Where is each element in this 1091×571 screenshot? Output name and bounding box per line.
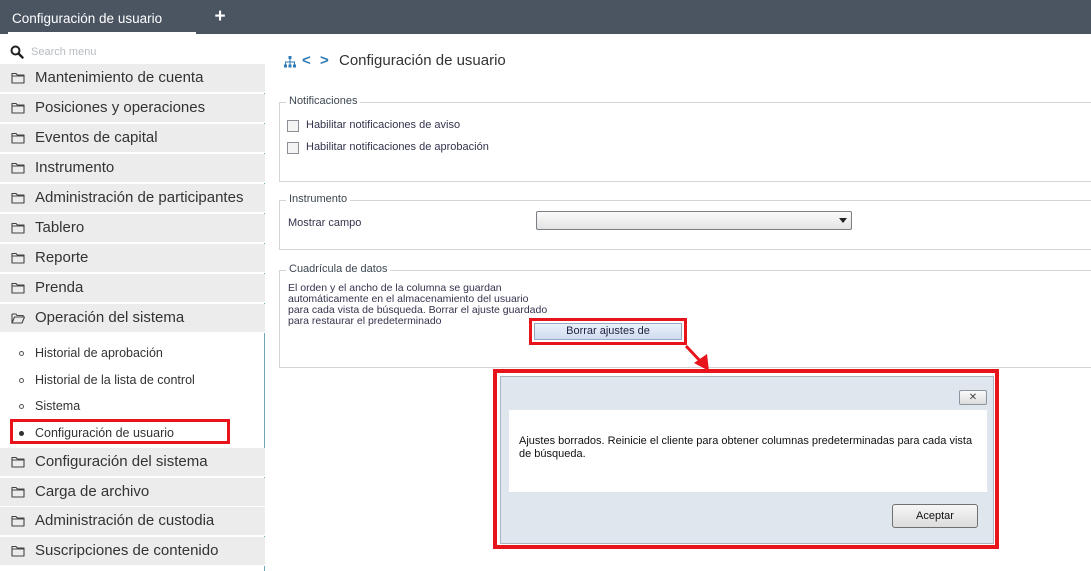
sidebar-item-label: Reporte — [35, 249, 89, 266]
accept-button[interactable]: Aceptar — [892, 504, 978, 528]
bullet-icon — [19, 404, 24, 409]
chevron-down-icon — [839, 218, 847, 223]
show-field-select[interactable] — [536, 211, 852, 230]
data-grid-description: El orden y el ancho de la columna se gua… — [288, 282, 548, 327]
tab-configuracion-de-usuario[interactable]: Configuración de usuario — [8, 6, 196, 34]
sidebar-item[interactable]: Mantenimiento de cuenta — [0, 64, 265, 93]
sidebar-subitem[interactable]: Historial de la lista de control — [0, 366, 264, 393]
page-title: Configuración de usuario — [339, 52, 506, 69]
clear-settings-button[interactable]: Borrar ajustes de — [534, 323, 682, 340]
sidebar-item[interactable]: Instrumento — [0, 154, 265, 183]
sidebar-item-label: Administración de custodia — [35, 512, 215, 529]
folder-icon — [11, 162, 25, 174]
folder-icon — [11, 252, 25, 264]
sidebar-item[interactable]: Tablero — [0, 214, 265, 243]
folder-icon — [11, 486, 25, 498]
show-field-label: Mostrar campo — [288, 217, 362, 229]
folder-icon — [11, 282, 25, 294]
sidebar-item[interactable]: Eventos de capital — [0, 124, 265, 153]
sitemap-icon[interactable] — [284, 56, 296, 68]
sidebar-item-label: Eventos de capital — [35, 129, 158, 146]
sidebar-subitem-label: Historial de aprobación — [35, 346, 163, 360]
folder-open-icon — [11, 313, 25, 324]
sidebar-item-label: Operación del sistema — [35, 309, 185, 326]
dialog-body: Ajustes borrados. Reinicie el cliente pa… — [509, 410, 987, 492]
sidebar-item[interactable]: Carga de archivo — [0, 477, 265, 507]
sidebar-item[interactable]: Reporte — [0, 244, 265, 273]
back-arrow-icon[interactable]: < — [302, 52, 311, 69]
folder-icon — [11, 515, 25, 527]
search-input[interactable] — [31, 44, 231, 60]
folder-icon — [11, 545, 25, 557]
bullet-icon — [19, 351, 24, 356]
folder-icon — [11, 72, 25, 84]
checkbox-label: Habilitar notificaciones de aprobación — [306, 141, 489, 153]
sidebar-item-label: Mantenimiento de cuenta — [35, 69, 204, 86]
sidebar-item-label: Configuración del sistema — [35, 453, 208, 470]
sidebar-item-label: Carga de archivo — [35, 482, 150, 500]
forward-arrow-icon[interactable]: > — [320, 52, 329, 69]
dialog-message: Ajustes borrados. Reinicie el cliente pa… — [519, 435, 973, 460]
sidebar-item[interactable]: Administración de custodia — [0, 507, 265, 536]
bullet-icon — [19, 377, 24, 383]
add-tab-button[interactable]: + — [210, 6, 230, 28]
confirmation-dialog: ✕ Ajustes borrados. Reinicie el cliente … — [500, 376, 994, 544]
sidebar-item-label: Suscripciones de contenido — [35, 541, 219, 559]
clear-settings-highlight: Borrar ajustes de — [529, 318, 687, 345]
sidebar-item-label: Posiciones y operaciones — [35, 99, 206, 116]
sidebar-item-label: Prenda — [35, 279, 84, 296]
search-icon — [10, 45, 24, 59]
notify-approval-checkbox[interactable] — [287, 142, 299, 154]
folder-icon — [11, 456, 25, 468]
section-legend: Cuadrícula de datos — [286, 263, 391, 275]
sidebar-item[interactable]: Operación del sistema — [0, 304, 265, 333]
sidebar-subitem[interactable]: Sistema — [0, 393, 264, 419]
notifications-section: Notificaciones Habilitar notificaciones … — [279, 95, 1091, 182]
section-legend: Notificaciones — [286, 95, 361, 107]
folder-icon — [11, 222, 25, 234]
sidebar-subitem-label: Sistema — [35, 399, 81, 413]
sidebar-subitem-label: Historial de la lista de control — [35, 372, 195, 387]
sidebar-item[interactable]: Prenda — [0, 274, 265, 303]
folder-icon — [11, 192, 25, 204]
sidebar-item[interactable]: Configuración del sistema — [0, 448, 265, 477]
folder-icon — [11, 132, 25, 144]
folder-icon — [11, 102, 25, 114]
instrument-section: Instrumento Mostrar campo — [279, 193, 1091, 250]
sidebar-item-label: Instrumento — [35, 159, 115, 176]
notify-warning-checkbox[interactable] — [287, 120, 299, 132]
selected-item-highlight — [10, 419, 230, 444]
sidebar-item[interactable]: Posiciones y operaciones — [0, 94, 265, 123]
sidebar-item[interactable]: Suscripciones de contenido — [0, 536, 265, 566]
sidebar-item-label: Administración de participantes — [35, 189, 244, 206]
sidebar-item[interactable]: Administración de participantes — [0, 184, 265, 213]
sidebar-subitem[interactable]: Historial de aprobación — [0, 340, 264, 366]
data-grid-section: Cuadrícula de datos El orden y el ancho … — [279, 263, 1091, 368]
sidebar-search — [0, 34, 265, 64]
checkbox-label: Habilitar notificaciones de aviso — [306, 119, 461, 131]
sidebar-item-label: Tablero — [35, 219, 85, 236]
close-icon[interactable]: ✕ — [959, 390, 987, 405]
section-legend: Instrumento — [286, 193, 351, 205]
